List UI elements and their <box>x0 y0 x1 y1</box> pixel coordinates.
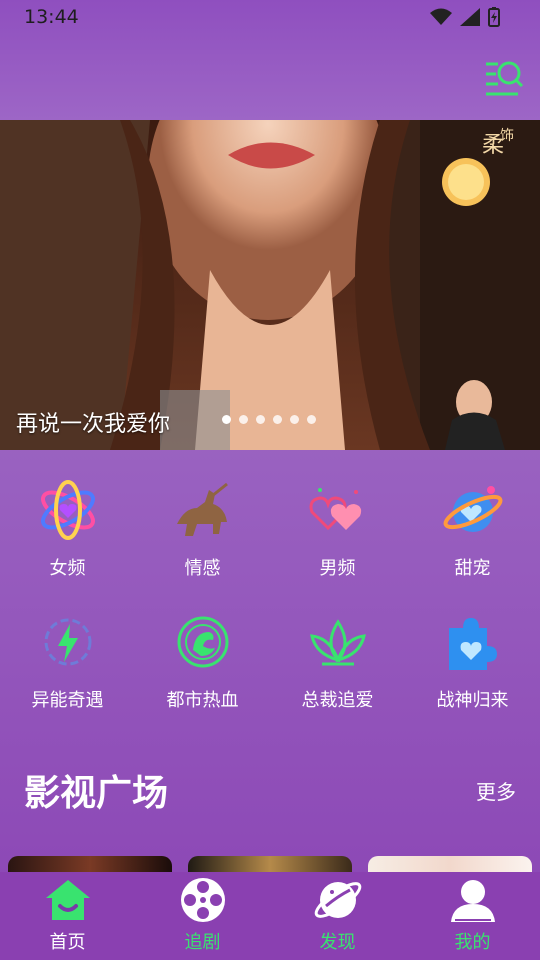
home-icon <box>45 880 90 920</box>
nav-label: 我的 <box>454 932 491 953</box>
planet-heart-icon <box>443 486 502 532</box>
nav-label: 首页 <box>49 932 86 953</box>
category-emotion[interactable]: 情感 <box>135 478 270 580</box>
category-war-god[interactable]: 战神归来 <box>405 610 540 712</box>
category-female[interactable]: 女频 <box>0 478 135 580</box>
planet-icon <box>314 882 361 918</box>
carousel-dot[interactable] <box>239 415 248 424</box>
lightning-gear-icon <box>44 618 91 666</box>
carousel-dots[interactable] <box>222 415 316 424</box>
hero-banner[interactable]: 柔 饰 再说一次我爱你 <box>0 120 540 450</box>
horse-rider-icon <box>176 482 228 536</box>
category-superpower[interactable]: 异能奇遇 <box>0 610 135 712</box>
carousel-dot[interactable] <box>222 415 231 424</box>
double-heart-icon <box>309 488 361 531</box>
film-reel-icon <box>180 878 225 922</box>
category-label: 男频 <box>319 558 356 579</box>
signal-icon <box>460 8 480 26</box>
category-sweet[interactable]: 甜宠 <box>405 478 540 580</box>
category-label: 情感 <box>184 558 221 579</box>
carousel-dot[interactable] <box>256 415 265 424</box>
menu-search-icon[interactable] <box>484 58 524 98</box>
category-label: 总裁追爱 <box>301 690 374 711</box>
status-bar: 13:44 <box>0 0 540 34</box>
category-label: 异能奇遇 <box>31 690 104 711</box>
atom-heart-icon <box>40 480 95 540</box>
banner-title: 再说一次我爱你 <box>16 412 171 437</box>
section-header: 影视广场 更多 <box>24 766 516 814</box>
nav-drama[interactable]: 追剧 <box>148 876 258 954</box>
more-link[interactable]: 更多 <box>476 776 516 805</box>
carousel-dot[interactable] <box>307 415 316 424</box>
status-icons <box>430 7 500 27</box>
section-title: 影视广场 <box>24 773 169 814</box>
top-header: 13:44 <box>0 0 540 120</box>
lotus-icon <box>309 619 366 666</box>
status-time: 13:44 <box>24 6 79 28</box>
battery-icon <box>488 7 500 27</box>
category-label: 战神归来 <box>436 690 509 711</box>
poster-text-2: 饰 <box>500 128 514 144</box>
nav-label: 发现 <box>319 932 356 953</box>
carousel-dot[interactable] <box>290 415 299 424</box>
dragon-emblem-icon <box>177 616 228 668</box>
category-label: 女频 <box>49 558 86 579</box>
category-urban[interactable]: 都市热血 <box>135 610 270 712</box>
nav-profile[interactable]: 我的 <box>418 876 528 954</box>
wifi-icon <box>430 8 452 25</box>
bottom-navigation: 首页 追剧 发现 我的 <box>0 872 540 960</box>
category-label: 都市热血 <box>166 690 239 711</box>
user-icon <box>450 880 495 922</box>
nav-home[interactable]: 首页 <box>13 876 123 954</box>
nav-discover[interactable]: 发现 <box>283 876 393 954</box>
category-male[interactable]: 男频 <box>270 478 405 580</box>
category-label: 甜宠 <box>454 558 491 579</box>
category-ceo[interactable]: 总裁追爱 <box>270 610 405 712</box>
nav-label: 追剧 <box>184 932 221 953</box>
banner-poster-image: 柔 饰 <box>0 120 540 450</box>
category-grid: 女频 情感 男频 甜宠 异能奇遇 都市热血 总裁追爱 战神归来 <box>0 478 540 712</box>
carousel-dot[interactable] <box>273 415 282 424</box>
heart-puzzle-icon <box>448 618 497 670</box>
